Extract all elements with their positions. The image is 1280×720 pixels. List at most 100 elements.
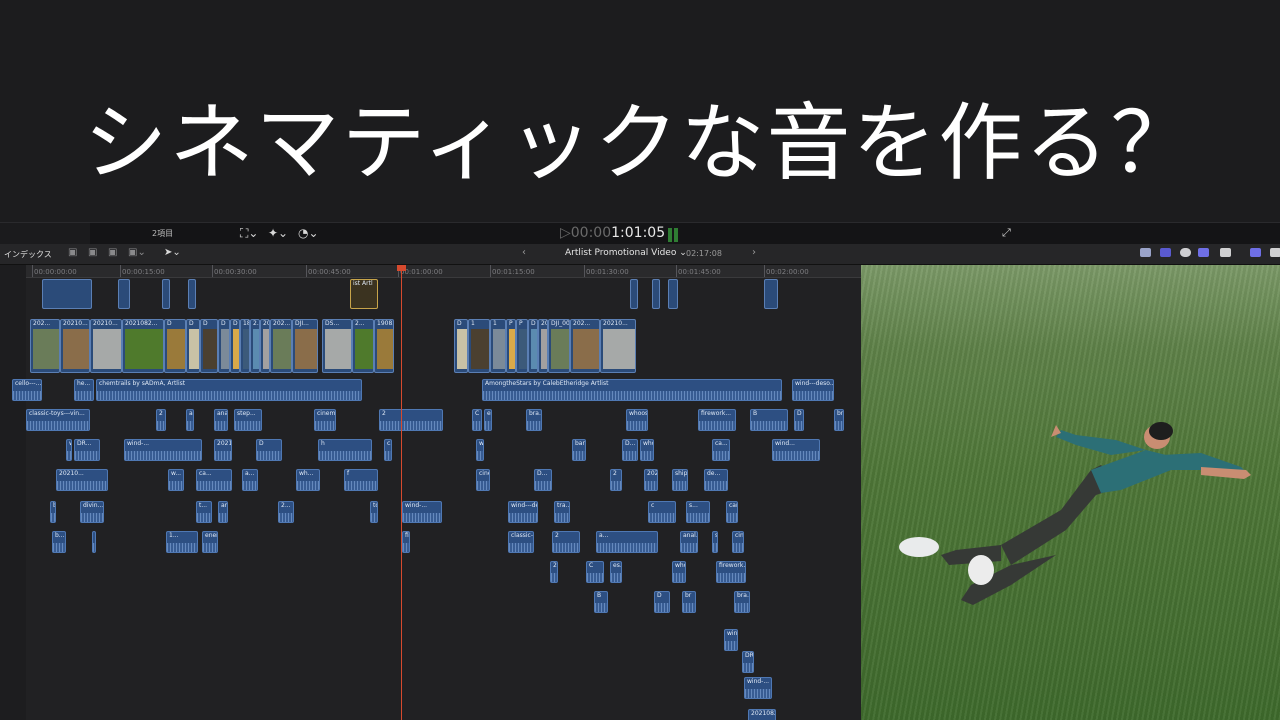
sfx-clip[interactable]: wind-... xyxy=(744,677,772,699)
title-clip[interactable]: ist Artl xyxy=(350,279,378,309)
overwrite-clip-icon[interactable]: ▣⌄ xyxy=(128,247,146,258)
sfx-clip[interactable]: C xyxy=(472,409,482,431)
transform-icon[interactable]: ⛶⌄ xyxy=(240,226,258,240)
timeline[interactable]: 00:00:00:00 00:00:15:00 00:00:30:00 00:00:4… xyxy=(0,265,861,720)
audio-skimming-icon[interactable] xyxy=(1160,248,1171,257)
sfx-clip[interactable]: a... xyxy=(186,409,194,431)
sfx-clip[interactable]: wind-... xyxy=(124,439,202,461)
sfx-clip[interactable]: es... xyxy=(610,561,622,583)
storyline-clip[interactable]: 20210... xyxy=(90,319,122,373)
project-name[interactable]: Artlist Promotional Video ⌄ xyxy=(565,248,687,258)
connected-video-clip[interactable] xyxy=(118,279,130,309)
connected-video-clip[interactable] xyxy=(42,279,92,309)
sfx-clip[interactable]: D xyxy=(256,439,282,461)
clip-appearance-icon[interactable] xyxy=(1250,248,1261,257)
sfx-clip[interactable]: es... xyxy=(484,409,492,431)
sfx-clip[interactable]: ca... xyxy=(196,469,232,491)
append-clip-icon[interactable]: ▣ xyxy=(108,247,117,258)
sfx-clip[interactable]: 20210831... xyxy=(644,469,658,491)
storyline-clip[interactable]: D xyxy=(200,319,218,373)
playhead-handle[interactable] xyxy=(397,265,406,271)
snapping-icon[interactable] xyxy=(1220,248,1231,257)
speed-icon[interactable]: ◔⌄ xyxy=(298,226,319,240)
sfx-clip[interactable]: bra... xyxy=(526,409,542,431)
sfx-clip[interactable]: 1... xyxy=(166,531,198,553)
sfx-clip[interactable]: anal... xyxy=(680,531,698,553)
history-forward-button[interactable]: › xyxy=(752,247,756,258)
storyline-clip[interactable]: P xyxy=(506,319,516,373)
sfx-clip[interactable]: wh... xyxy=(296,469,320,491)
connected-video-clip[interactable] xyxy=(630,279,638,309)
sfx-clip[interactable]: whoosh... xyxy=(672,561,686,583)
sfx-clip[interactable]: wind---ambience-blu... xyxy=(66,439,72,461)
storyline-clip[interactable]: D xyxy=(164,319,186,373)
sfx-clip[interactable]: a... xyxy=(596,531,658,553)
sfx-clip[interactable]: canada... xyxy=(726,501,738,523)
storyline-clip[interactable]: DJI_00... xyxy=(548,319,570,373)
sfx-clip[interactable]: C xyxy=(586,561,604,583)
sfx-clip[interactable]: 2 xyxy=(610,469,622,491)
sfx-clip[interactable]: wind---ambience-blu... xyxy=(724,629,738,651)
sfx-clip[interactable]: a... xyxy=(242,469,258,491)
sfx-clip[interactable]: cinematic-eleme... xyxy=(314,409,336,431)
storyline-clip[interactable]: D xyxy=(186,319,200,373)
fullscreen-icon[interactable]: ⤢ xyxy=(1002,226,1011,240)
sfx-clip[interactable]: whoosh... xyxy=(626,409,648,431)
sfx-clip[interactable]: total... xyxy=(370,501,378,523)
sfx-clip[interactable]: DR... xyxy=(742,651,754,673)
timeline-ruler[interactable]: 00:00:00:00 00:00:15:00 00:00:30:00 00:00:4… xyxy=(26,265,861,278)
magic-wand-icon[interactable]: ✦⌄ xyxy=(268,226,288,240)
storyline-clip[interactable]: 1 xyxy=(490,319,506,373)
storyline-clip[interactable]: 20210... xyxy=(600,319,636,373)
sfx-clip[interactable]: firework... xyxy=(716,561,746,583)
insert-clip-icon[interactable]: ▣ xyxy=(88,247,97,258)
sfx-clip[interactable]: 2 xyxy=(379,409,443,431)
connected-video-clip[interactable] xyxy=(764,279,778,309)
headphones-icon[interactable] xyxy=(1180,248,1191,257)
storyline-clip[interactable]: D xyxy=(218,319,230,373)
sfx-clip[interactable]: amblan... xyxy=(218,501,228,523)
music-clip[interactable]: AmongtheStars by CalebEtheridge Artlist xyxy=(482,379,782,401)
sfx-clip[interactable]: 20210... xyxy=(56,469,108,491)
sfx-clip[interactable]: firewor... xyxy=(402,531,410,553)
sfx-clip[interactable]: ca... xyxy=(712,439,730,461)
sfx-clip[interactable]: bane-cinema... xyxy=(572,439,586,461)
sfx-clip[interactable]: wind-... xyxy=(402,501,442,523)
music-clip[interactable]: chemtrails by sÁDmÁ, Artlist xyxy=(96,379,362,401)
skimming-icon[interactable] xyxy=(1140,248,1151,257)
sfx-clip[interactable]: 2 xyxy=(156,409,166,431)
index-button[interactable]: インデックス xyxy=(4,249,52,260)
storyline-clip[interactable]: P xyxy=(516,319,528,373)
storyline-clip[interactable]: 2021... xyxy=(260,319,270,373)
storyline-clip[interactable]: DS... xyxy=(322,319,352,373)
sfx-clip[interactable]: D... xyxy=(534,469,552,491)
sfx-clip[interactable]: br xyxy=(834,409,844,431)
sfx-clip[interactable]: cine... xyxy=(476,469,490,491)
sfx-clip[interactable]: cinematic-eleme... xyxy=(732,531,744,553)
sfx-clip[interactable]: ca... xyxy=(92,531,96,553)
sfx-clip[interactable]: B xyxy=(594,591,608,613)
storyline-clip[interactable]: D xyxy=(230,319,240,373)
music-clip[interactable]: cello---... xyxy=(12,379,42,401)
storyline-clip[interactable]: 2... xyxy=(250,319,260,373)
sfx-clip[interactable]: bane... xyxy=(50,501,56,523)
sfx-clip[interactable]: D xyxy=(794,409,804,431)
storyline-clip[interactable]: D xyxy=(454,319,468,373)
sfx-clip[interactable]: 20210831_A7... xyxy=(748,709,776,720)
sfx-clip[interactable]: D xyxy=(654,591,670,613)
sfx-clip[interactable]: tra... xyxy=(554,501,570,523)
storyline-clip[interactable]: 202... xyxy=(538,319,548,373)
sfx-clip[interactable]: divin... xyxy=(80,501,104,523)
sfx-clip[interactable]: t... xyxy=(196,501,212,523)
sfx-clip[interactable]: anal... xyxy=(214,409,228,431)
sfx-clip[interactable]: s... xyxy=(686,501,710,523)
sfx-clip[interactable]: c xyxy=(648,501,676,523)
solo-icon[interactable] xyxy=(1198,248,1209,257)
sfx-clip[interactable]: step... xyxy=(234,409,262,431)
select-tool-icon[interactable]: ➤⌄ xyxy=(164,247,181,258)
sfx-clip[interactable]: 2... xyxy=(278,501,294,523)
storyline-clip[interactable]: 2021082... xyxy=(122,319,164,373)
sfx-clip[interactable]: DR... xyxy=(74,439,100,461)
storyline-clip[interactable]: 181... xyxy=(240,319,250,373)
sfx-clip[interactable]: classic-toys---vin... xyxy=(508,531,534,553)
